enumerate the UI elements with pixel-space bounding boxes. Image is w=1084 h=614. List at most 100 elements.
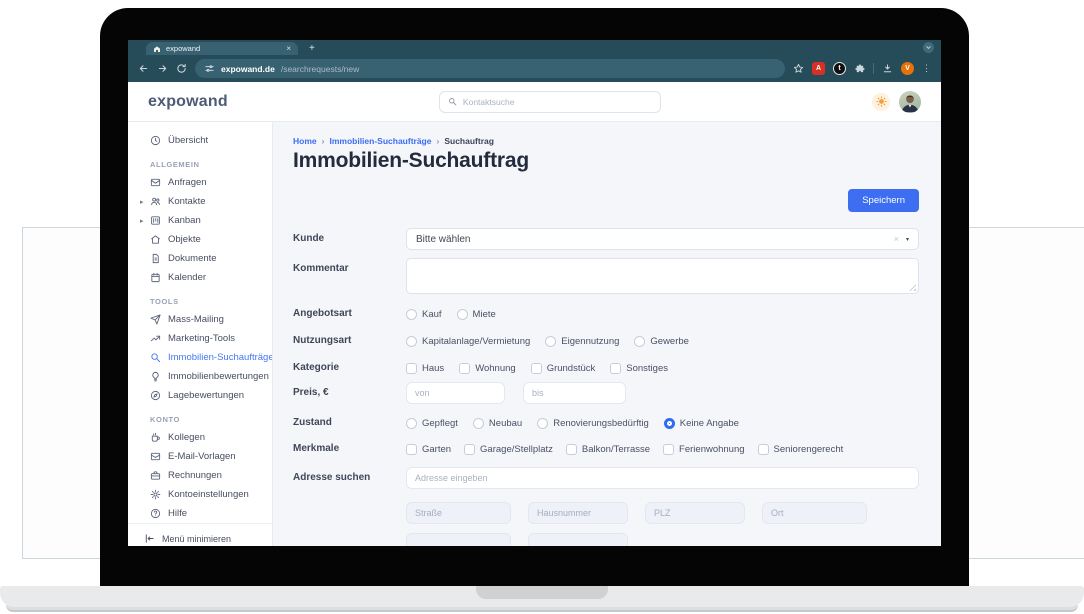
checkbox-sonstiges[interactable]: Sonstiges — [610, 363, 668, 374]
expand-caret-icon[interactable]: ▸ — [140, 198, 144, 206]
select-clear-icon[interactable]: × — [894, 234, 899, 244]
radio-miete[interactable]: Miete — [456, 309, 496, 320]
checkbox-icon[interactable] — [406, 363, 417, 374]
breadcrumb-suchauftraege-link[interactable]: Immobilien-Suchaufträge — [329, 136, 431, 146]
radio-icon[interactable] — [406, 336, 417, 347]
browser-profile-avatar[interactable]: V — [901, 62, 914, 75]
forward-icon[interactable] — [157, 63, 168, 74]
field-label-spacer — [293, 533, 406, 538]
radio-icon[interactable] — [406, 418, 417, 429]
sidebar-item-objekte[interactable]: Objekte — [128, 230, 272, 249]
back-icon[interactable] — [138, 63, 149, 74]
browser-toolbar: expowand.de/searchrequests/new A t V ⋮ — [128, 55, 941, 82]
radio-icon[interactable] — [456, 309, 468, 320]
radio-icon[interactable] — [472, 418, 484, 429]
checkbox-icon[interactable] — [530, 363, 542, 374]
expand-caret-icon[interactable]: ▸ — [140, 217, 144, 225]
compass-icon — [150, 390, 161, 401]
breadcrumb: Home › Immobilien-Suchaufträge › Suchauf… — [293, 136, 919, 146]
radio-icon[interactable] — [545, 336, 557, 347]
sidebar-item-kollegen[interactable]: Kollegen — [128, 428, 272, 447]
plz-input — [645, 502, 745, 524]
collapse-menu-button[interactable]: Menü minimieren — [128, 523, 272, 546]
sidebar-item-kalender[interactable]: Kalender — [128, 268, 272, 287]
sidebar-item-uebersicht[interactable]: Übersicht — [128, 131, 272, 150]
save-button[interactable]: Speichern — [848, 189, 919, 212]
checkbox-haus[interactable]: Haus — [406, 363, 444, 374]
radio-eigennutzung[interactable]: Eigennutzung — [545, 336, 619, 347]
checkbox-balkon-terrasse[interactable]: Balkon/Terrasse — [565, 444, 650, 455]
checkbox-icon[interactable] — [459, 363, 471, 374]
radio-kauf[interactable]: Kauf — [406, 309, 442, 320]
user-avatar[interactable] — [899, 90, 921, 113]
search-icon — [448, 98, 457, 106]
radio-icon[interactable] — [406, 309, 417, 320]
app-logo[interactable]: expowand — [148, 93, 228, 111]
checkbox-grundstueck[interactable]: Grundstück — [530, 363, 595, 374]
checkbox-garage-stellplatz[interactable]: Garage/Stellplatz — [464, 444, 553, 455]
browser-tab-strip: expowand × + — [128, 40, 941, 55]
checkbox-icon[interactable] — [565, 444, 577, 455]
reload-icon[interactable] — [176, 63, 187, 74]
laptop-base — [0, 586, 1084, 607]
kunde-select[interactable]: Bitte wählen × ▾ — [406, 228, 919, 250]
checkbox-icon[interactable] — [663, 444, 675, 455]
sidebar-item-kontakte[interactable]: ▸ Kontakte — [128, 192, 272, 211]
help-icon — [150, 508, 161, 519]
select-caret-icon[interactable]: ▾ — [906, 236, 909, 243]
contact-search[interactable] — [438, 90, 661, 113]
preis-bis-input[interactable] — [523, 382, 626, 404]
preis-von-input[interactable] — [406, 382, 505, 404]
bookmark-star-icon[interactable] — [793, 63, 804, 74]
radio-icon[interactable] — [634, 336, 646, 347]
radio-keine-angabe[interactable]: Keine Angabe — [663, 418, 739, 429]
sidebar-item-marketing-tools[interactable]: Marketing-Tools — [128, 329, 272, 348]
checkbox-garten[interactable]: Garten — [406, 444, 451, 455]
browser-tab[interactable]: expowand × — [146, 42, 298, 55]
radio-selected-icon[interactable] — [663, 418, 675, 429]
sidebar-item-hilfe[interactable]: Hilfe — [128, 504, 272, 523]
checkbox-icon[interactable] — [757, 444, 769, 455]
radio-gepflegt[interactable]: Gepflegt — [406, 418, 458, 429]
checkbox-ferienwohnung[interactable]: Ferienwohnung — [663, 444, 745, 455]
theme-toggle-button[interactable] — [872, 92, 890, 111]
breadcrumb-home-link[interactable]: Home — [293, 136, 317, 146]
checkbox-icon[interactable] — [610, 363, 622, 374]
url-bar[interactable]: expowand.de/searchrequests/new — [195, 59, 785, 78]
tab-close-icon[interactable]: × — [286, 44, 291, 53]
sidebar-item-lagebewertungen[interactable]: Lagebewertungen — [128, 386, 272, 405]
adresse-suchen-input[interactable] — [406, 467, 919, 489]
downloads-icon[interactable] — [882, 63, 893, 74]
kanban-icon — [151, 216, 160, 225]
window-chevron-button[interactable] — [923, 42, 934, 53]
sidebar-item-rechnungen[interactable]: Rechnungen — [128, 466, 272, 485]
contact-search-input[interactable] — [462, 96, 652, 107]
sidebar-item-email-vorlagen[interactable]: E-Mail-Vorlagen — [128, 447, 272, 466]
kommentar-textarea[interactable] — [407, 259, 918, 293]
browser-menu-icon[interactable]: ⋮ — [922, 64, 931, 73]
new-tab-button[interactable]: + — [309, 43, 315, 55]
site-info-icon[interactable] — [204, 63, 215, 74]
checkbox-icon[interactable] — [406, 444, 417, 455]
checkbox-seniorengerecht[interactable]: Seniorengerecht — [757, 444, 843, 455]
extension-badge-icon[interactable]: t — [833, 62, 846, 75]
sidebar-item-immobilien-suchauftraege[interactable]: Immobilien-Suchaufträge — [128, 348, 272, 367]
radio-neubau[interactable]: Neubau — [472, 418, 522, 429]
pdf-extension-icon[interactable]: A — [812, 62, 825, 75]
extensions-puzzle-icon[interactable] — [854, 63, 865, 74]
sidebar-item-dokumente[interactable]: Dokumente — [128, 249, 272, 268]
sidebar-item-kanban[interactable]: ▸ Kanban — [128, 211, 272, 230]
calendar-icon — [151, 272, 160, 283]
sidebar-item-kontoeinstellungen[interactable]: Kontoeinstellungen — [128, 485, 272, 504]
radio-icon[interactable] — [537, 418, 549, 429]
sidebar-item-anfragen[interactable]: Anfragen — [128, 173, 272, 192]
radio-renovierungsbeduerftig[interactable]: Renovierungsbedürftig — [537, 418, 649, 429]
sidebar-item-immobilienbewertungen[interactable]: Immobilienbewertungen — [128, 367, 272, 386]
radio-kapitalanlage[interactable]: Kapitalanlage/Vermietung — [406, 336, 530, 347]
field-label-zustand: Zustand — [293, 417, 332, 428]
breadcrumb-separator: › — [321, 136, 325, 146]
radio-gewerbe[interactable]: Gewerbe — [634, 336, 689, 347]
checkbox-icon[interactable] — [464, 444, 476, 455]
sidebar-item-mass-mailing[interactable]: Mass-Mailing — [128, 310, 272, 329]
checkbox-wohnung[interactable]: Wohnung — [459, 363, 516, 374]
